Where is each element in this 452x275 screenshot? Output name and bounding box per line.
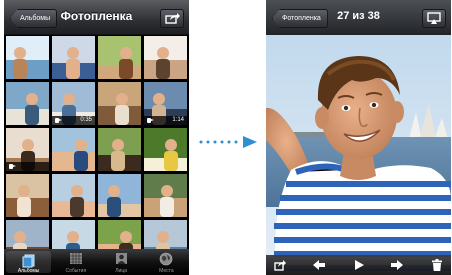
arrow-head	[243, 136, 257, 148]
video-camera-icon	[55, 118, 62, 123]
next-icon	[391, 260, 403, 270]
video-info-bar: 1:14	[144, 116, 187, 125]
photo-thumbnail[interactable]	[52, 174, 95, 217]
thumbnail-image	[98, 36, 141, 79]
photo-thumbnail[interactable]	[98, 174, 141, 217]
arrow-dot	[227, 140, 231, 144]
places-icon	[160, 252, 173, 266]
video-duration: 0:35	[80, 117, 92, 123]
thumbnail-image	[52, 174, 95, 217]
thumbnail-image	[144, 128, 187, 171]
arrow-dot	[199, 140, 203, 144]
arrow-dot	[234, 140, 238, 144]
airplay-icon	[427, 12, 441, 24]
thumbnail-image	[98, 174, 141, 217]
photo-thumbnail[interactable]	[6, 36, 49, 79]
tab-places[interactable]: Места	[144, 249, 189, 275]
tab-label: Альбомы	[17, 268, 40, 274]
photo-thumbnail[interactable]	[6, 128, 49, 171]
photo-viewer-screen: Фотопленка 27 из 38	[266, 0, 451, 275]
thumbnail-image	[6, 174, 49, 217]
share-button[interactable]	[160, 9, 184, 28]
photo-thumbnail[interactable]	[98, 82, 141, 125]
video-duration: 1:14	[172, 117, 184, 123]
photo-thumbnail[interactable]: 1:14	[144, 82, 187, 125]
photo-thumbnail[interactable]	[52, 128, 95, 171]
trash-icon	[432, 259, 442, 271]
photo-thumbnail[interactable]	[144, 36, 187, 79]
faces-icon	[115, 253, 127, 264]
video-camera-icon	[147, 118, 154, 123]
tab-bar: Альбомы События Лица Места	[4, 249, 189, 275]
play-slideshow-button[interactable]	[353, 259, 365, 271]
photo-grid: 0:351:140:510:32	[6, 36, 187, 263]
thumbnail-image	[144, 174, 187, 217]
thumbnail-image	[52, 36, 95, 79]
play-icon	[355, 260, 364, 270]
arrow-dot	[213, 140, 217, 144]
thumbnail-image	[6, 82, 49, 125]
video-camera-icon	[9, 164, 16, 169]
navigation-bar: Фотопленка 27 из 38	[266, 0, 451, 35]
arrow-dot	[206, 140, 210, 144]
photo-thumbnail[interactable]	[98, 36, 141, 79]
photo-boy-smiling[interactable]	[266, 0, 451, 275]
previous-button[interactable]	[312, 259, 326, 271]
photo-thumbnail[interactable]	[6, 174, 49, 217]
thumbnail-image	[98, 128, 141, 171]
photo-thumbnail[interactable]	[144, 174, 187, 217]
thumbnail-image	[6, 36, 49, 79]
arrow-dot	[220, 140, 224, 144]
next-button[interactable]	[390, 259, 404, 271]
transition-arrow	[199, 136, 257, 148]
photo-thumbnail[interactable]	[6, 82, 49, 125]
video-info-bar: 0:35	[52, 116, 95, 125]
tab-label: Лица	[115, 268, 127, 274]
tab-events[interactable]: События	[53, 249, 98, 275]
albums-icon	[22, 254, 35, 268]
delete-button[interactable]	[432, 259, 442, 271]
share-icon	[274, 260, 286, 271]
video-info-bar	[6, 162, 49, 171]
photo-toolbar	[266, 255, 451, 275]
previous-icon	[313, 260, 325, 270]
tab-faces[interactable]: Лица	[99, 249, 144, 275]
thumbnail-image	[98, 82, 141, 125]
camera-roll-screen: Альбомы Фотопленка 0:351:140:510:32 Альб…	[4, 0, 189, 275]
photo-thumbnail[interactable]: 0:35	[52, 82, 95, 125]
photo-thumbnail[interactable]	[98, 128, 141, 171]
thumbnail-image	[52, 128, 95, 171]
share-button[interactable]	[274, 259, 286, 271]
share-icon	[165, 13, 180, 24]
airplay-button[interactable]	[422, 9, 446, 28]
tab-label: События	[65, 268, 87, 274]
tab-label: Места	[159, 268, 174, 274]
photo-thumbnail[interactable]	[144, 128, 187, 171]
thumbnail-image	[144, 36, 187, 79]
tab-albums[interactable]: Альбомы	[6, 251, 52, 274]
events-icon	[69, 253, 82, 264]
photo-thumbnail[interactable]	[52, 36, 95, 79]
navigation-bar: Альбомы Фотопленка	[4, 0, 189, 35]
